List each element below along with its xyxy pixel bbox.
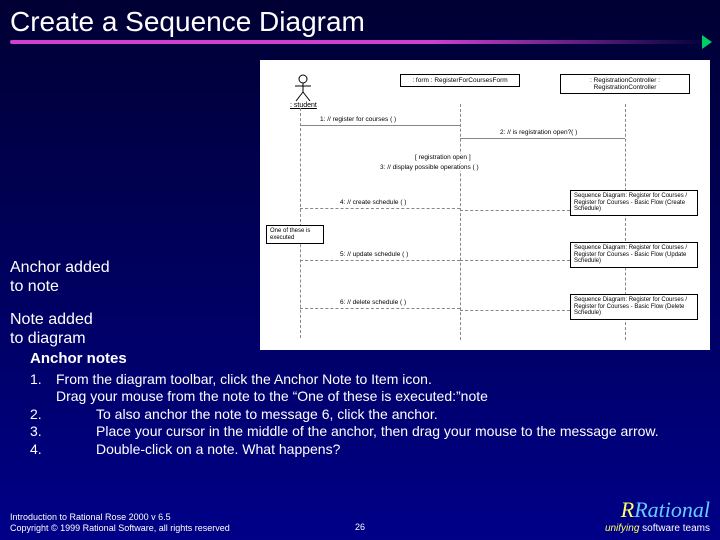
msg4-arrow (300, 208, 460, 209)
msg1-label: 1: // register for courses ( ) (320, 116, 396, 123)
step-row: 2.To also anchor the note to message 6, … (30, 406, 665, 424)
note-ref-delete: Sequence Diagram: Register for Courses /… (570, 294, 698, 320)
footer-line2: Copyright © 1999 Rational Software, all … (10, 523, 230, 534)
footer-copy: Introduction to Rational Rose 2000 v 6.5… (10, 512, 230, 534)
lifeline-dash-actor (300, 108, 301, 338)
actor-student: : student (290, 74, 317, 109)
msg6-label: 6: // delete schedule ( ) (340, 299, 406, 306)
body-heading: Anchor notes (30, 350, 700, 369)
msg5-arrow (300, 260, 460, 261)
footer-line1: Introduction to Rational Rose 2000 v 6.5 (10, 512, 230, 523)
conn-create (460, 210, 570, 211)
body-text: Anchor notes 1.From the diagram toolbar,… (30, 350, 700, 458)
lifeline-dash-form (460, 104, 461, 340)
step-num: 3. (30, 423, 56, 441)
lifeline-controller: : RegistrationController : RegistrationC… (560, 74, 690, 94)
step-row: 1.From the diagram toolbar, click the An… (30, 371, 665, 389)
msg1-arrow (300, 125, 460, 126)
step-row: 4.Double-click on a note. What happens? (30, 441, 665, 459)
step-num: 4. (30, 441, 56, 459)
conn-delete (460, 310, 570, 311)
step-text: Place your cursor in the middle of the a… (56, 423, 665, 441)
page-number: 26 (355, 522, 365, 532)
page-title: Create a Sequence Diagram (0, 0, 720, 40)
brand-logo: RRational unifying software teams (605, 497, 710, 534)
msg3-label: 3: // display possible operations ( ) (380, 164, 479, 171)
title-underline (10, 40, 710, 44)
note-ref-create: Sequence Diagram: Register for Courses /… (570, 190, 698, 216)
sequence-diagram: : student : form : RegisterForCoursesFor… (260, 60, 710, 350)
msg2-arrow (460, 138, 625, 139)
actor-label: : student (290, 102, 317, 109)
msg6-arrow (300, 308, 460, 309)
step-text: Drag your mouse from the note to the “On… (56, 388, 665, 406)
step-row: Drag your mouse from the note to the “On… (30, 388, 665, 406)
brand-name: Rational (634, 497, 710, 522)
footer: Introduction to Rational Rose 2000 v 6.5… (10, 497, 710, 534)
guard-label: [ registration open ] (415, 154, 471, 161)
brand-tag-post: software teams (639, 523, 710, 534)
step-text: Double-click on a note. What happens? (56, 441, 665, 459)
step-num: 2. (30, 406, 56, 424)
steps-table: 1.From the diagram toolbar, click the An… (30, 371, 665, 459)
lifeline-form: : form : RegisterForCoursesForm (400, 74, 520, 87)
msg2-label: 2: // is registration open?( ) (500, 129, 577, 136)
note-ref-update: Sequence Diagram: Register for Courses /… (570, 242, 698, 268)
note-one-executed: One of these is executed (266, 225, 324, 244)
step-text: To also anchor the note to message 6, cl… (56, 406, 665, 424)
step-num: 1. (30, 371, 56, 389)
msg4-label: 4: // create schedule ( ) (340, 199, 406, 206)
step-num (30, 388, 56, 406)
conn-update (460, 260, 570, 261)
brand-tag-pre: unifying (605, 523, 639, 534)
annot-anchor-added: Anchor added to note (10, 258, 110, 296)
msg5-label: 5: // update schedule ( ) (340, 251, 408, 258)
step-row: 3.Place your cursor in the middle of the… (30, 423, 665, 441)
annot-note-added: Note added to diagram (10, 310, 93, 348)
arrow-right-icon (702, 35, 712, 49)
step-text: From the diagram toolbar, click the Anch… (56, 371, 665, 389)
